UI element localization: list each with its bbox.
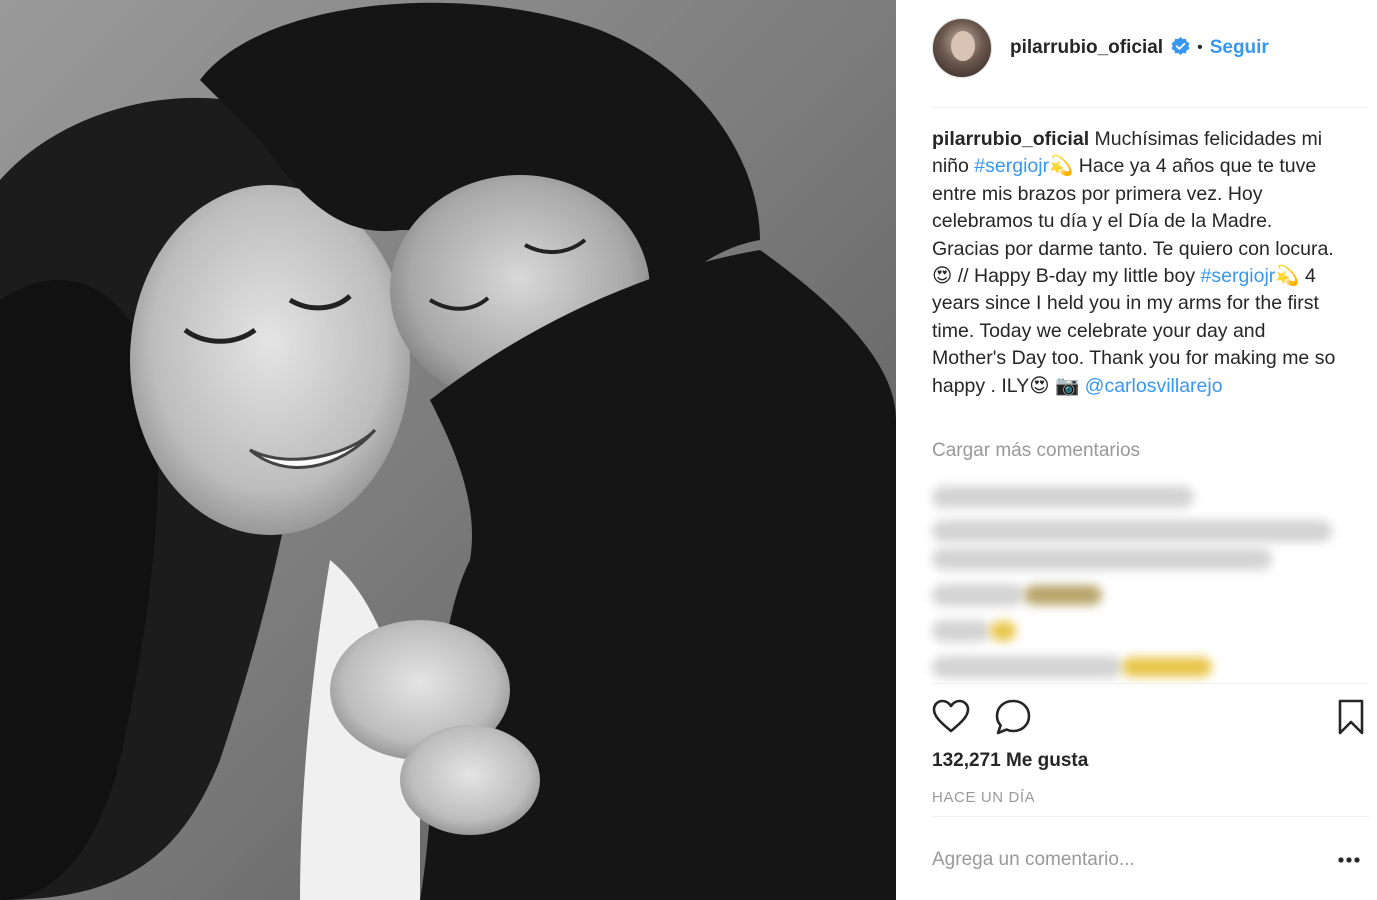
load-more-comments-link[interactable]: Cargar más comentarios: [932, 440, 1140, 462]
post-timestamp[interactable]: HACE UN DÍA: [932, 789, 1035, 806]
blurred-comments: [932, 478, 1372, 688]
avatar[interactable]: [932, 17, 992, 78]
author-username[interactable]: pilarrubio_oficial: [1010, 37, 1163, 59]
comment-divider: [932, 816, 1369, 817]
comment-input[interactable]: [932, 838, 1332, 882]
post-actions: [932, 698, 1369, 738]
post-caption: pilarrubio_oficial Muchísimas felicidade…: [932, 126, 1342, 400]
hashtag-link[interactable]: #sergiojr: [974, 155, 1049, 177]
likes-count[interactable]: 132,271 Me gusta: [932, 750, 1088, 772]
mention-link[interactable]: @carlosvillarejo: [1085, 375, 1223, 397]
post-sidebar: pilarrubio_oficial • Seguir pilarrubio_o…: [896, 0, 1377, 900]
caption-username[interactable]: pilarrubio_oficial: [932, 128, 1089, 150]
hashtag-link[interactable]: #sergiojr: [1201, 265, 1276, 287]
heart-outline-icon[interactable]: [932, 698, 970, 736]
post-photo[interactable]: [0, 0, 896, 900]
verified-badge-icon: [1171, 37, 1190, 56]
follow-button[interactable]: Seguir: [1210, 37, 1269, 59]
comment-bubble-icon[interactable]: [994, 698, 1032, 736]
post-header: pilarrubio_oficial • Seguir: [932, 17, 1369, 108]
post-photo-illustration: [0, 0, 896, 900]
separator-dot: •: [1197, 38, 1203, 56]
more-options-icon[interactable]: [1337, 850, 1361, 870]
bookmark-icon[interactable]: [1332, 698, 1370, 736]
caption-text: Muchísimas felicidades mi niño #sergiojr…: [932, 128, 1335, 397]
actions-divider: [932, 683, 1369, 684]
